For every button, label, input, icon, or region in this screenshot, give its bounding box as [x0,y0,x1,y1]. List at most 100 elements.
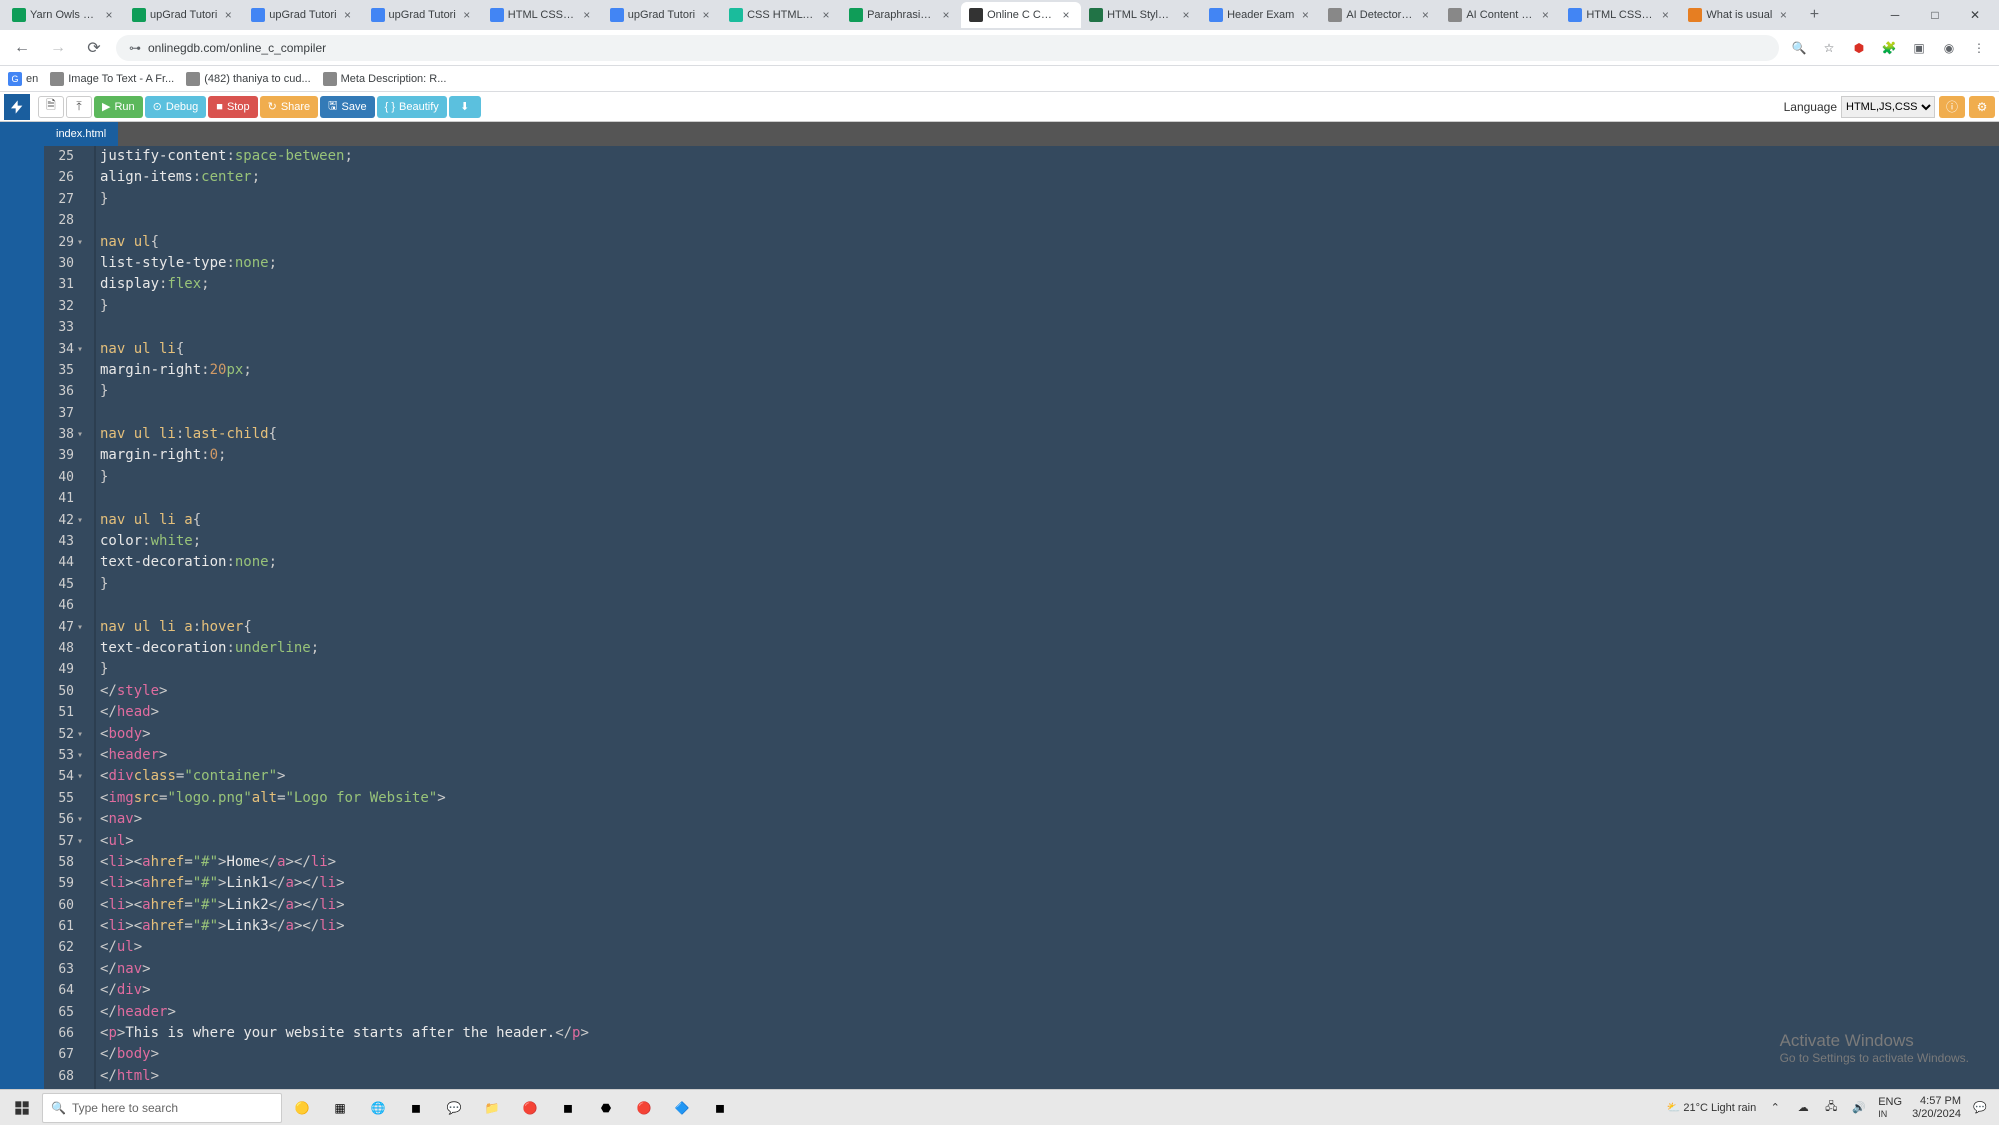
extension-icon[interactable]: ⬢ [1847,36,1871,60]
code-line-29[interactable]: nav ul { [100,232,1999,253]
browser-tab-0[interactable]: Yarn Owls Proj× [4,2,124,28]
browser-tab-7[interactable]: Paraphrasing T× [841,2,961,28]
bookmark-3[interactable]: Meta Description: R... [323,72,447,86]
panel-icon[interactable]: ▣ [1907,36,1931,60]
taskbar-app-edge[interactable]: 🌐 [360,1092,396,1124]
tab-close-icon[interactable]: × [1418,8,1432,22]
minimize-button[interactable]: ─ [1875,2,1915,28]
code-line-48[interactable]: text-decoration: underline; [100,638,1999,659]
zoom-icon[interactable]: 🔍 [1787,36,1811,60]
browser-tab-4[interactable]: HTML CSS - G× [482,2,602,28]
taskbar-app-vscode[interactable]: 🔷 [664,1092,700,1124]
onlinedb-logo[interactable] [4,94,30,120]
tab-close-icon[interactable]: × [102,8,116,22]
taskbar-app-4[interactable]: ◼ [550,1092,586,1124]
tray-clock[interactable]: 4:57 PM 3/20/2024 [1912,1095,1961,1119]
taskbar-app-files[interactable]: 📁 [474,1092,510,1124]
code-line-28[interactable] [100,210,1999,231]
tab-close-icon[interactable]: × [1298,8,1312,22]
beautify-button[interactable]: { } Beautify [377,96,447,118]
profile-icon[interactable]: ◉ [1937,36,1961,60]
tab-close-icon[interactable]: × [699,8,713,22]
code-line-27[interactable]: } [100,189,1999,210]
code-line-36[interactable]: } [100,381,1999,402]
code-line-31[interactable]: display: flex; [100,274,1999,295]
browser-tab-14[interactable]: What is usual× [1680,2,1798,28]
code-line-38[interactable]: nav ul li:last-child { [100,424,1999,445]
tray-notifications-icon[interactable]: 💬 [1971,1099,1989,1117]
code-line-30[interactable]: list-style-type: none; [100,253,1999,274]
code-line-40[interactable]: } [100,467,1999,488]
download-button[interactable]: ⬇ [449,96,481,118]
start-button[interactable] [4,1092,40,1124]
bookmark-2[interactable]: (482) thaniya to cud... [186,72,310,86]
code-line-33[interactable] [100,317,1999,338]
code-line-59[interactable]: <li><a href="#">Link1</a></li> [100,873,1999,894]
taskbar-app-opera[interactable]: 🔴 [626,1092,662,1124]
help-button[interactable]: ⓘ [1939,96,1965,118]
tray-chevron-icon[interactable]: ⌃ [1766,1099,1784,1117]
star-icon[interactable]: ☆ [1817,36,1841,60]
browser-tab-5[interactable]: upGrad Tutori× [602,2,721,28]
code-line-60[interactable]: <li><a href="#">Link2</a></li> [100,895,1999,916]
tab-close-icon[interactable]: × [1179,8,1193,22]
code-line-54[interactable]: <div class="container"> [100,766,1999,787]
maximize-button[interactable]: □ [1915,2,1955,28]
site-info-icon[interactable]: ⊶ [128,41,142,55]
tab-close-icon[interactable]: × [1776,8,1790,22]
browser-tab-11[interactable]: AI Detector - 1× [1320,2,1440,28]
settings-button[interactable]: ⚙ [1969,96,1995,118]
code-line-61[interactable]: <li><a href="#">Link3</a></li> [100,916,1999,937]
code-content[interactable]: justify-content: space-between; align-it… [96,146,1999,1125]
tab-close-icon[interactable]: × [341,8,355,22]
taskbar-app-3[interactable]: ◼ [398,1092,434,1124]
code-line-35[interactable]: margin-right: 20px; [100,360,1999,381]
code-line-25[interactable]: justify-content: space-between; [100,146,1999,167]
code-line-51[interactable]: </head> [100,702,1999,723]
code-line-58[interactable]: <li><a href="#">Home</a></li> [100,852,1999,873]
code-line-42[interactable]: nav ul li a { [100,510,1999,531]
browser-tab-6[interactable]: CSS HTML Res× [721,2,841,28]
tab-close-icon[interactable]: × [1538,8,1552,22]
code-line-45[interactable]: } [100,574,1999,595]
run-button[interactable]: ▶ Run [94,96,143,118]
code-line-66[interactable]: <p>This is where your website starts aft… [100,1023,1999,1044]
tab-close-icon[interactable]: × [221,8,235,22]
taskbar-app-2[interactable]: ▦ [322,1092,358,1124]
browser-tab-10[interactable]: Header Exam× [1201,2,1320,28]
code-line-57[interactable]: <ul> [100,831,1999,852]
browser-tab-9[interactable]: HTML Styles C× [1081,2,1201,28]
taskbar-search[interactable]: 🔍 Type here to search [42,1093,282,1123]
taskbar-app-1[interactable]: 🟡 [284,1092,320,1124]
menu-icon[interactable]: ⋮ [1967,36,1991,60]
code-line-39[interactable]: margin-right: 0; [100,445,1999,466]
taskbar-app-5[interactable]: ⬣ [588,1092,624,1124]
url-field[interactable]: ⊶ onlinegdb.com/online_c_compiler [116,35,1779,61]
code-line-65[interactable]: </header> [100,1002,1999,1023]
puzzle-icon[interactable]: 🧩 [1877,36,1901,60]
browser-tab-13[interactable]: HTML CSS - G× [1560,2,1680,28]
code-editor[interactable]: 2526272829▾3031323334▾35363738▾39404142▾… [44,146,1999,1125]
back-button[interactable]: ← [8,34,36,62]
code-line-41[interactable] [100,488,1999,509]
code-line-55[interactable]: <img src="logo.png" alt="Logo for Websit… [100,788,1999,809]
save-button[interactable]: 🖫 Save [320,96,374,118]
debug-button[interactable]: ⊙ Debug [145,96,207,118]
tab-close-icon[interactable]: × [939,8,953,22]
code-line-44[interactable]: text-decoration: none; [100,552,1999,573]
code-line-43[interactable]: color: white; [100,531,1999,552]
code-line-52[interactable]: <body> [100,724,1999,745]
forward-button[interactable]: → [44,34,72,62]
share-button[interactable]: ↻ Share [260,96,319,118]
code-line-53[interactable]: <header> [100,745,1999,766]
tray-onedrive-icon[interactable]: ☁ [1794,1099,1812,1117]
new-tab-button[interactable]: + [1802,3,1826,27]
code-line-50[interactable]: </style> [100,681,1999,702]
reload-button[interactable]: ⟳ [80,34,108,62]
taskbar-app-chrome[interactable]: 🔴 [512,1092,548,1124]
browser-tab-8[interactable]: Online C Comp× [961,2,1081,28]
bookmark-0[interactable]: Gen [8,72,38,86]
tab-close-icon[interactable]: × [580,8,594,22]
browser-tab-1[interactable]: upGrad Tutori× [124,2,243,28]
tab-close-icon[interactable]: × [1658,8,1672,22]
